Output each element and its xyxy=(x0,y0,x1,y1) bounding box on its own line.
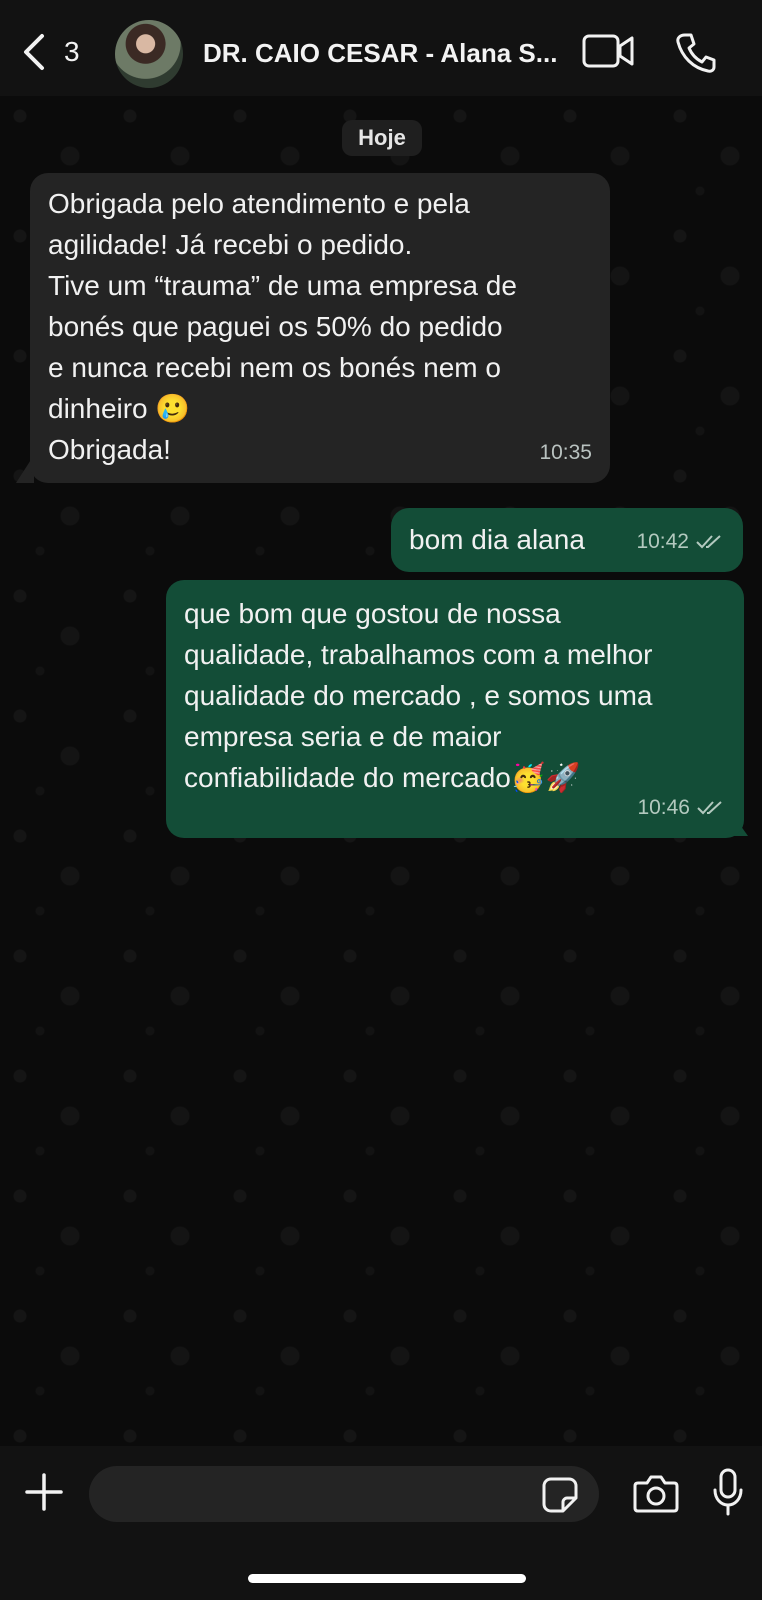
message-meta: 10:46 xyxy=(637,787,726,828)
message-text: que bom que gostou de nossa qualidade, t… xyxy=(184,598,653,793)
contact-name[interactable]: DR. CAIO CESAR - Alana S... xyxy=(203,38,563,69)
microphone-icon[interactable] xyxy=(712,1468,744,1516)
incoming-message[interactable]: Obrigada pelo atendimento e pela agilida… xyxy=(30,173,610,483)
message-input[interactable] xyxy=(89,1466,599,1522)
double-check-icon xyxy=(697,800,722,814)
outgoing-message[interactable]: bom dia alana 10:42 xyxy=(391,508,743,572)
message-time: 10:46 xyxy=(637,796,690,819)
message-text: Obrigada pelo atendimento e pela agilida… xyxy=(48,188,517,465)
chevron-left-icon[interactable] xyxy=(20,32,50,72)
camera-icon[interactable] xyxy=(633,1473,679,1513)
double-check-icon xyxy=(696,534,721,548)
message-time: 10:42 xyxy=(636,530,689,553)
composer-bar xyxy=(0,1446,762,1600)
message-meta: 10:42 xyxy=(636,521,725,562)
message-time: 10:35 xyxy=(539,441,592,464)
video-call-icon[interactable] xyxy=(582,32,634,70)
plus-icon[interactable] xyxy=(24,1472,64,1512)
chat-header: 3 DR. CAIO CESAR - Alana S... xyxy=(0,0,762,96)
message-meta: 10:35 xyxy=(539,432,592,473)
home-indicator xyxy=(248,1574,526,1583)
date-chip: Hoje xyxy=(342,120,422,156)
phone-icon[interactable] xyxy=(675,32,717,74)
avatar[interactable] xyxy=(115,20,183,88)
sticker-icon[interactable] xyxy=(541,1476,579,1514)
back-unread-count[interactable]: 3 xyxy=(64,36,80,68)
outgoing-message[interactable]: que bom que gostou de nossa qualidade, t… xyxy=(166,580,744,838)
